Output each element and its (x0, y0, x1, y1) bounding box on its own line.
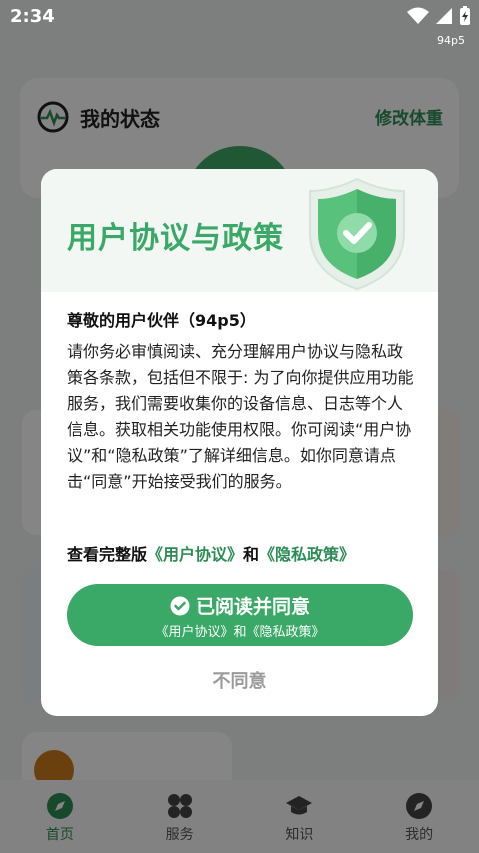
disagree-button[interactable]: 不同意 (41, 667, 438, 693)
dialog-header: 用户协议与政策 (41, 169, 438, 292)
agreement-text: 请你务必审慎阅读、充分理解用户协议与隐私政策各条款，包括但不限于: 为了向你提供… (67, 342, 414, 491)
agree-label: 已阅读并同意 (195, 596, 310, 618)
user-agreement-link[interactable]: 《用户协议》 (147, 545, 243, 564)
links-prefix: 查看完整版 (67, 545, 148, 564)
dialog-title: 用户协议与政策 (67, 221, 284, 256)
status-bar: 2:34 94p5 (0, 0, 479, 47)
links-and: 和 (243, 545, 260, 564)
agreement-dialog: 用户协议与政策 尊敬的用户伙伴（94p5） 请你务必审慎阅读、充分理解用户协议与… (41, 169, 438, 716)
shield-check-icon (309, 177, 405, 291)
app-badge: 94p5 (437, 34, 465, 47)
privacy-policy-link[interactable]: 《隐私政策》 (259, 545, 355, 564)
status-icons (407, 6, 471, 26)
signal-icon (436, 8, 452, 24)
clock: 2:34 (10, 6, 55, 27)
check-circle-icon (170, 596, 190, 615)
agree-main: 已阅读并同意 (67, 592, 413, 619)
agree-button[interactable]: 已阅读并同意 《用户协议》和《隐私政策》 (67, 584, 413, 646)
battery-icon (460, 6, 470, 25)
full-version-links: 查看完整版《用户协议》和《隐私政策》 (67, 541, 355, 565)
dialog-body: 尊敬的用户伙伴（94p5） 请你务必审慎阅读、充分理解用户协议与隐私政策各条款，… (67, 307, 415, 495)
agree-sublabel: 《用户协议》和《隐私政策》 (155, 625, 325, 640)
wifi-icon (407, 7, 429, 24)
greeting: 尊敬的用户伙伴（94p5） (67, 311, 256, 330)
